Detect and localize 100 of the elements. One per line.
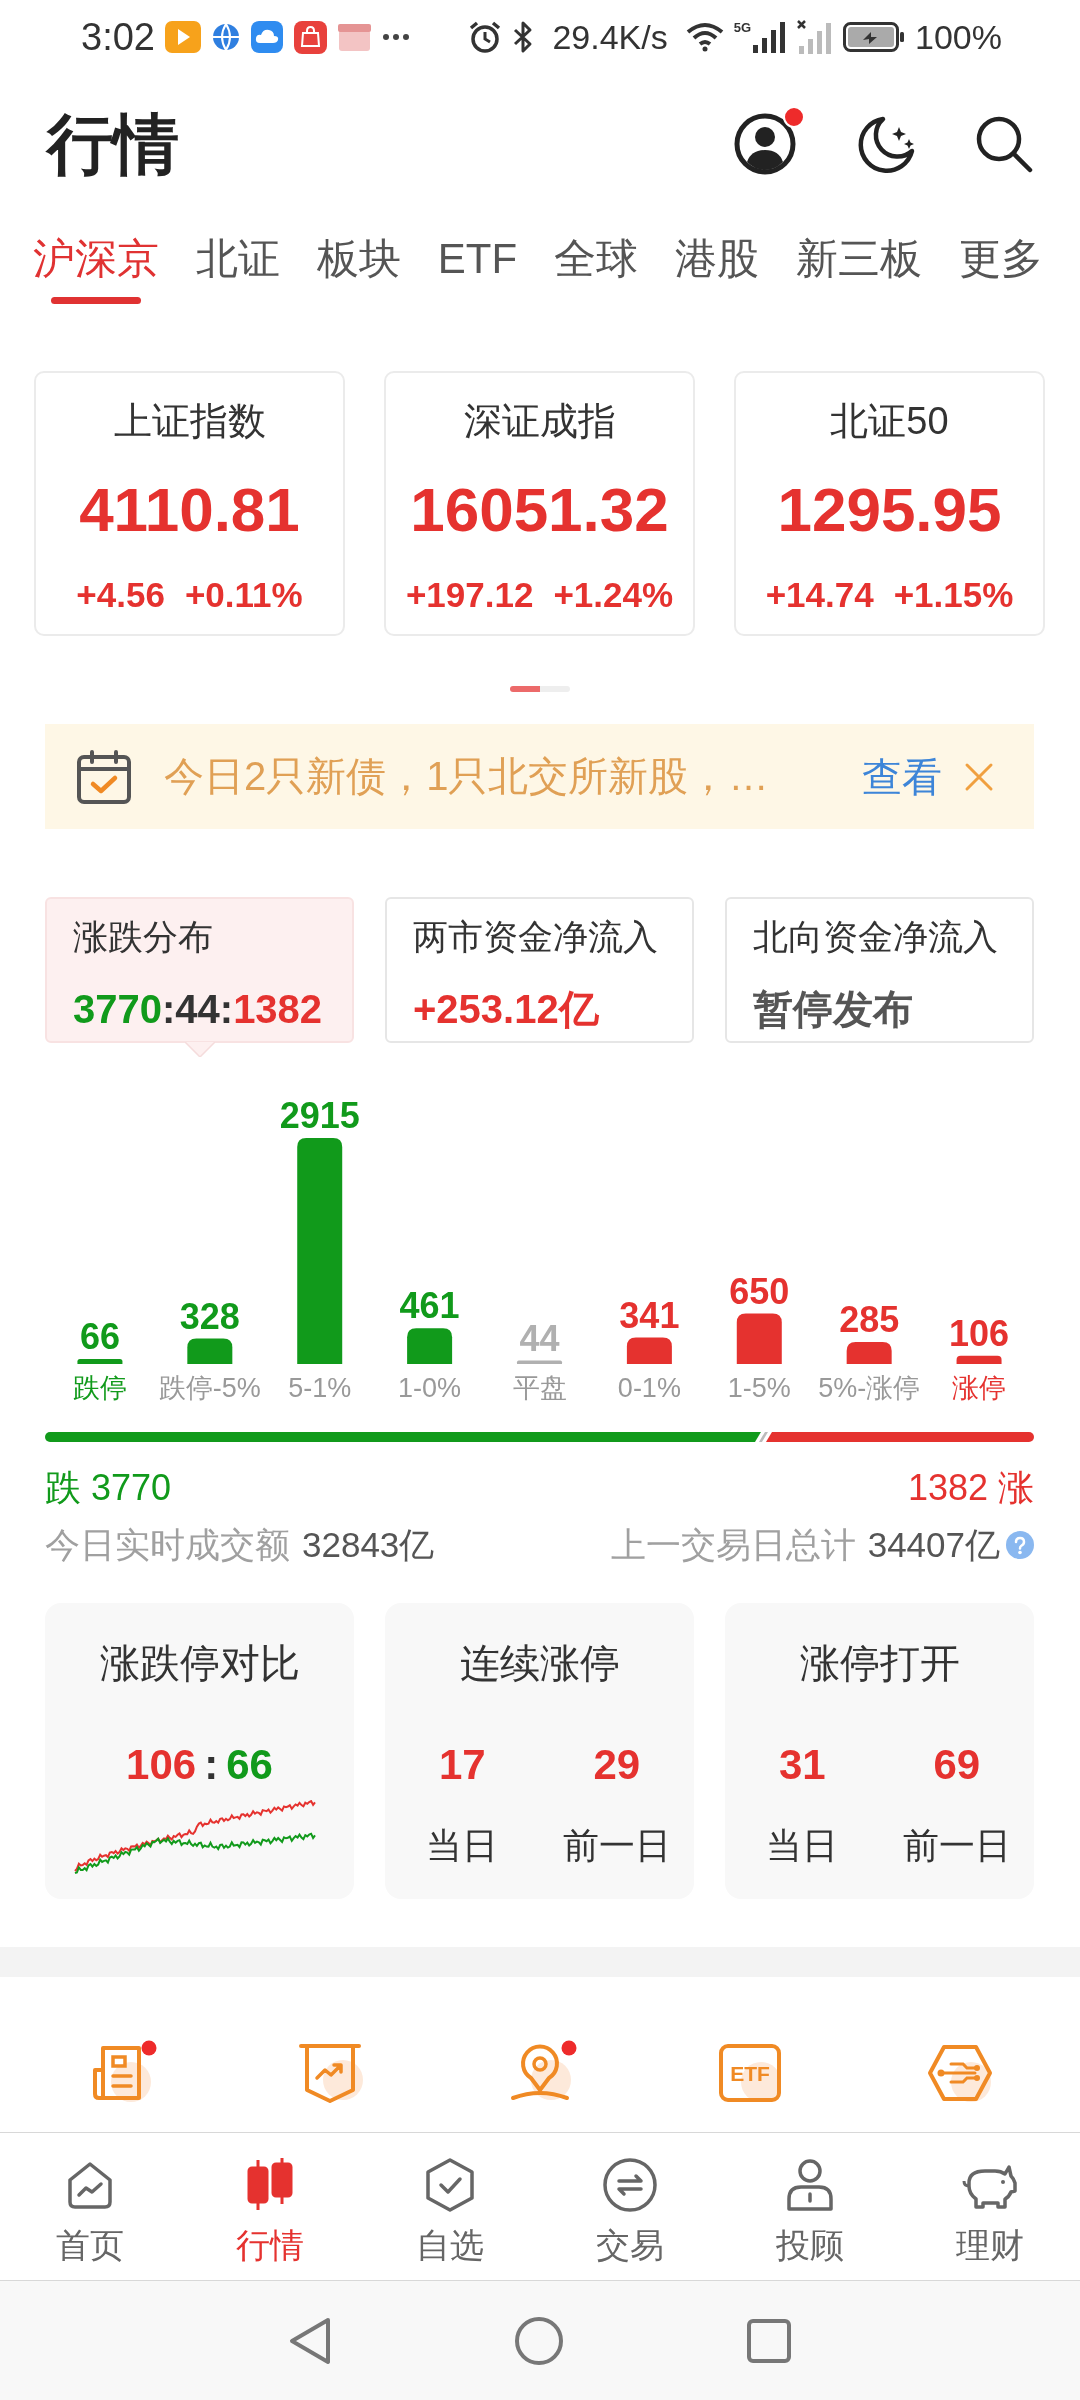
previous-total-value: 34407亿 <box>867 1524 1000 1566</box>
market-tab[interactable]: 全球 <box>554 214 639 304</box>
bar-value-label: 2915 <box>279 1095 360 1136</box>
index-card[interactable]: 深证成指 16051.32 +197.12 +1.24% <box>384 371 695 636</box>
index-change: +14.74 <box>765 574 874 616</box>
index-card[interactable]: 北证50 1295.95 +14.74 +1.15% <box>734 371 1045 636</box>
bar-value-label: 341 <box>619 1294 680 1336</box>
network-speed: 29.4K/s <box>552 17 668 57</box>
summary-label: 前一日 <box>902 1824 1011 1868</box>
category-label: 涨停 <box>952 1373 1007 1403</box>
index-value: 16051.32 <box>410 474 669 546</box>
bar-value-label: 285 <box>839 1298 900 1340</box>
back-icon[interactable] <box>288 2315 332 2366</box>
stat-box[interactable]: 涨跌分布 3770:44:1382 <box>45 897 354 1043</box>
stat-value: 暂停发布 <box>753 986 913 1033</box>
category-label: 5%-涨停 <box>818 1373 921 1403</box>
market-tab[interactable]: 更多 <box>959 214 1043 304</box>
exchange-icon <box>601 2156 659 2214</box>
calendar-check-icon <box>76 748 132 805</box>
market-tab[interactable]: 北证 <box>195 214 280 304</box>
view-link[interactable]: 查看 <box>862 751 942 802</box>
battery-percent: 100% <box>915 17 1002 57</box>
rise-count: 1382 涨 <box>907 1466 1034 1510</box>
turnover-label: 今日实时成交额 <box>45 1524 290 1566</box>
summary-label: 当日 <box>766 1824 839 1868</box>
cloud-app-icon <box>250 21 283 53</box>
index-change: +4.56 <box>76 574 165 616</box>
summary-card[interactable]: 涨跌停对比 106 : 66 <box>45 1603 354 1899</box>
bar <box>517 1360 562 1364</box>
summary-title: 涨跌停对比 <box>99 1640 300 1687</box>
nav-tab[interactable]: 投顾 <box>720 2133 900 2280</box>
box-icon <box>337 22 371 52</box>
index-name: 上证指数 <box>113 399 266 444</box>
home-circle-icon[interactable] <box>514 2315 564 2366</box>
stat-value: 3770:44:1382 <box>73 986 323 1033</box>
market-tab[interactable]: 沪深京 <box>33 214 159 304</box>
signal-icon <box>753 21 788 53</box>
category-label: 0-1% <box>617 1373 681 1403</box>
category-label: 1-5% <box>727 1373 791 1403</box>
stat-value: +253.12亿 <box>413 986 599 1033</box>
more-notifications-icon <box>381 33 410 41</box>
recent-apps-icon[interactable] <box>746 2317 792 2364</box>
index-change: +197.12 <box>405 574 534 616</box>
summary-card[interactable]: 连续涨停 17 当日 29 前一日 <box>385 1603 694 1899</box>
nav-tab[interactable]: 首页 <box>0 2133 180 2280</box>
shopping-bag-app-icon <box>293 20 327 54</box>
market-tab[interactable]: ETF <box>437 214 518 304</box>
status-time: 3:02 <box>81 15 155 59</box>
index-card[interactable]: 上证指数 4110.81 +4.56 +0.11% <box>34 371 345 636</box>
bar-value-label: 44 <box>519 1317 560 1359</box>
bar <box>846 1341 892 1364</box>
nav-tab[interactable]: 自选 <box>360 2133 540 2280</box>
summary-number: 69 <box>933 1740 981 1790</box>
index-change-percent: +1.24% <box>553 574 674 616</box>
market-tab[interactable]: 港股 <box>675 214 760 304</box>
summary-number: 31 <box>778 1740 826 1790</box>
index-name: 深证成指 <box>463 399 616 444</box>
bar <box>77 1358 123 1364</box>
category-label: 跌停-5% <box>158 1373 261 1403</box>
fall-count: 跌 3770 <box>45 1466 172 1510</box>
index-name: 北证50 <box>830 399 949 444</box>
alarm-icon <box>468 20 503 54</box>
stat-box[interactable]: 两市资金净流入 +253.12亿 <box>385 897 694 1043</box>
bar <box>626 1337 672 1364</box>
market-tab[interactable]: 新三板 <box>796 214 923 304</box>
stat-title: 北向资金净流入 <box>753 916 998 958</box>
split-slash-icon <box>758 1432 768 1442</box>
stat-box[interactable]: 北向资金净流入 暂停发布 <box>725 897 1034 1043</box>
bar-value-label: 650 <box>729 1270 790 1312</box>
bar-value-label: 461 <box>399 1285 460 1327</box>
category-label: 跌停 <box>72 1373 127 1403</box>
index-value: 4110.81 <box>79 474 300 546</box>
bar-value-label: 106 <box>949 1312 1010 1354</box>
bar <box>187 1338 233 1364</box>
nav-tab[interactable]: 理财 <box>900 2133 1080 2280</box>
previous-total-label: 上一交易日总计 <box>610 1524 856 1566</box>
profile-icon[interactable] <box>733 112 797 176</box>
turnover-value: 32843亿 <box>302 1524 435 1566</box>
bar-value-label: 328 <box>179 1295 240 1337</box>
stat-title: 涨跌分布 <box>73 916 213 958</box>
bar-value-label: 66 <box>79 1315 120 1357</box>
market-tab[interactable]: 板块 <box>316 214 401 304</box>
summary-card[interactable]: 涨停打开 31 当日 69 前一日 <box>725 1603 1034 1899</box>
category-label: 5-1% <box>288 1373 352 1403</box>
no-signal-icon <box>797 20 834 54</box>
bar <box>956 1355 1002 1364</box>
summary-label: 前一日 <box>562 1824 671 1868</box>
wifi-icon <box>685 22 724 52</box>
video-app-icon <box>164 21 201 53</box>
search-icon[interactable] <box>975 115 1033 173</box>
index-change-percent: +0.11% <box>184 574 303 616</box>
summary-title: 连续涨停 <box>459 1640 620 1687</box>
summary-number: 29 <box>593 1740 641 1790</box>
limit-ratio: 106 : 66 <box>125 1740 274 1790</box>
category-label: 平盘 <box>512 1373 567 1403</box>
summary-label: 当日 <box>426 1824 499 1868</box>
notice-text: 今日2只新债，1只北交所新股，… <box>164 753 770 800</box>
nav-tab[interactable]: 行情 <box>180 2133 360 2280</box>
nav-tab[interactable]: 交易 <box>540 2133 720 2280</box>
selection-pointer-icon <box>184 1042 215 1057</box>
